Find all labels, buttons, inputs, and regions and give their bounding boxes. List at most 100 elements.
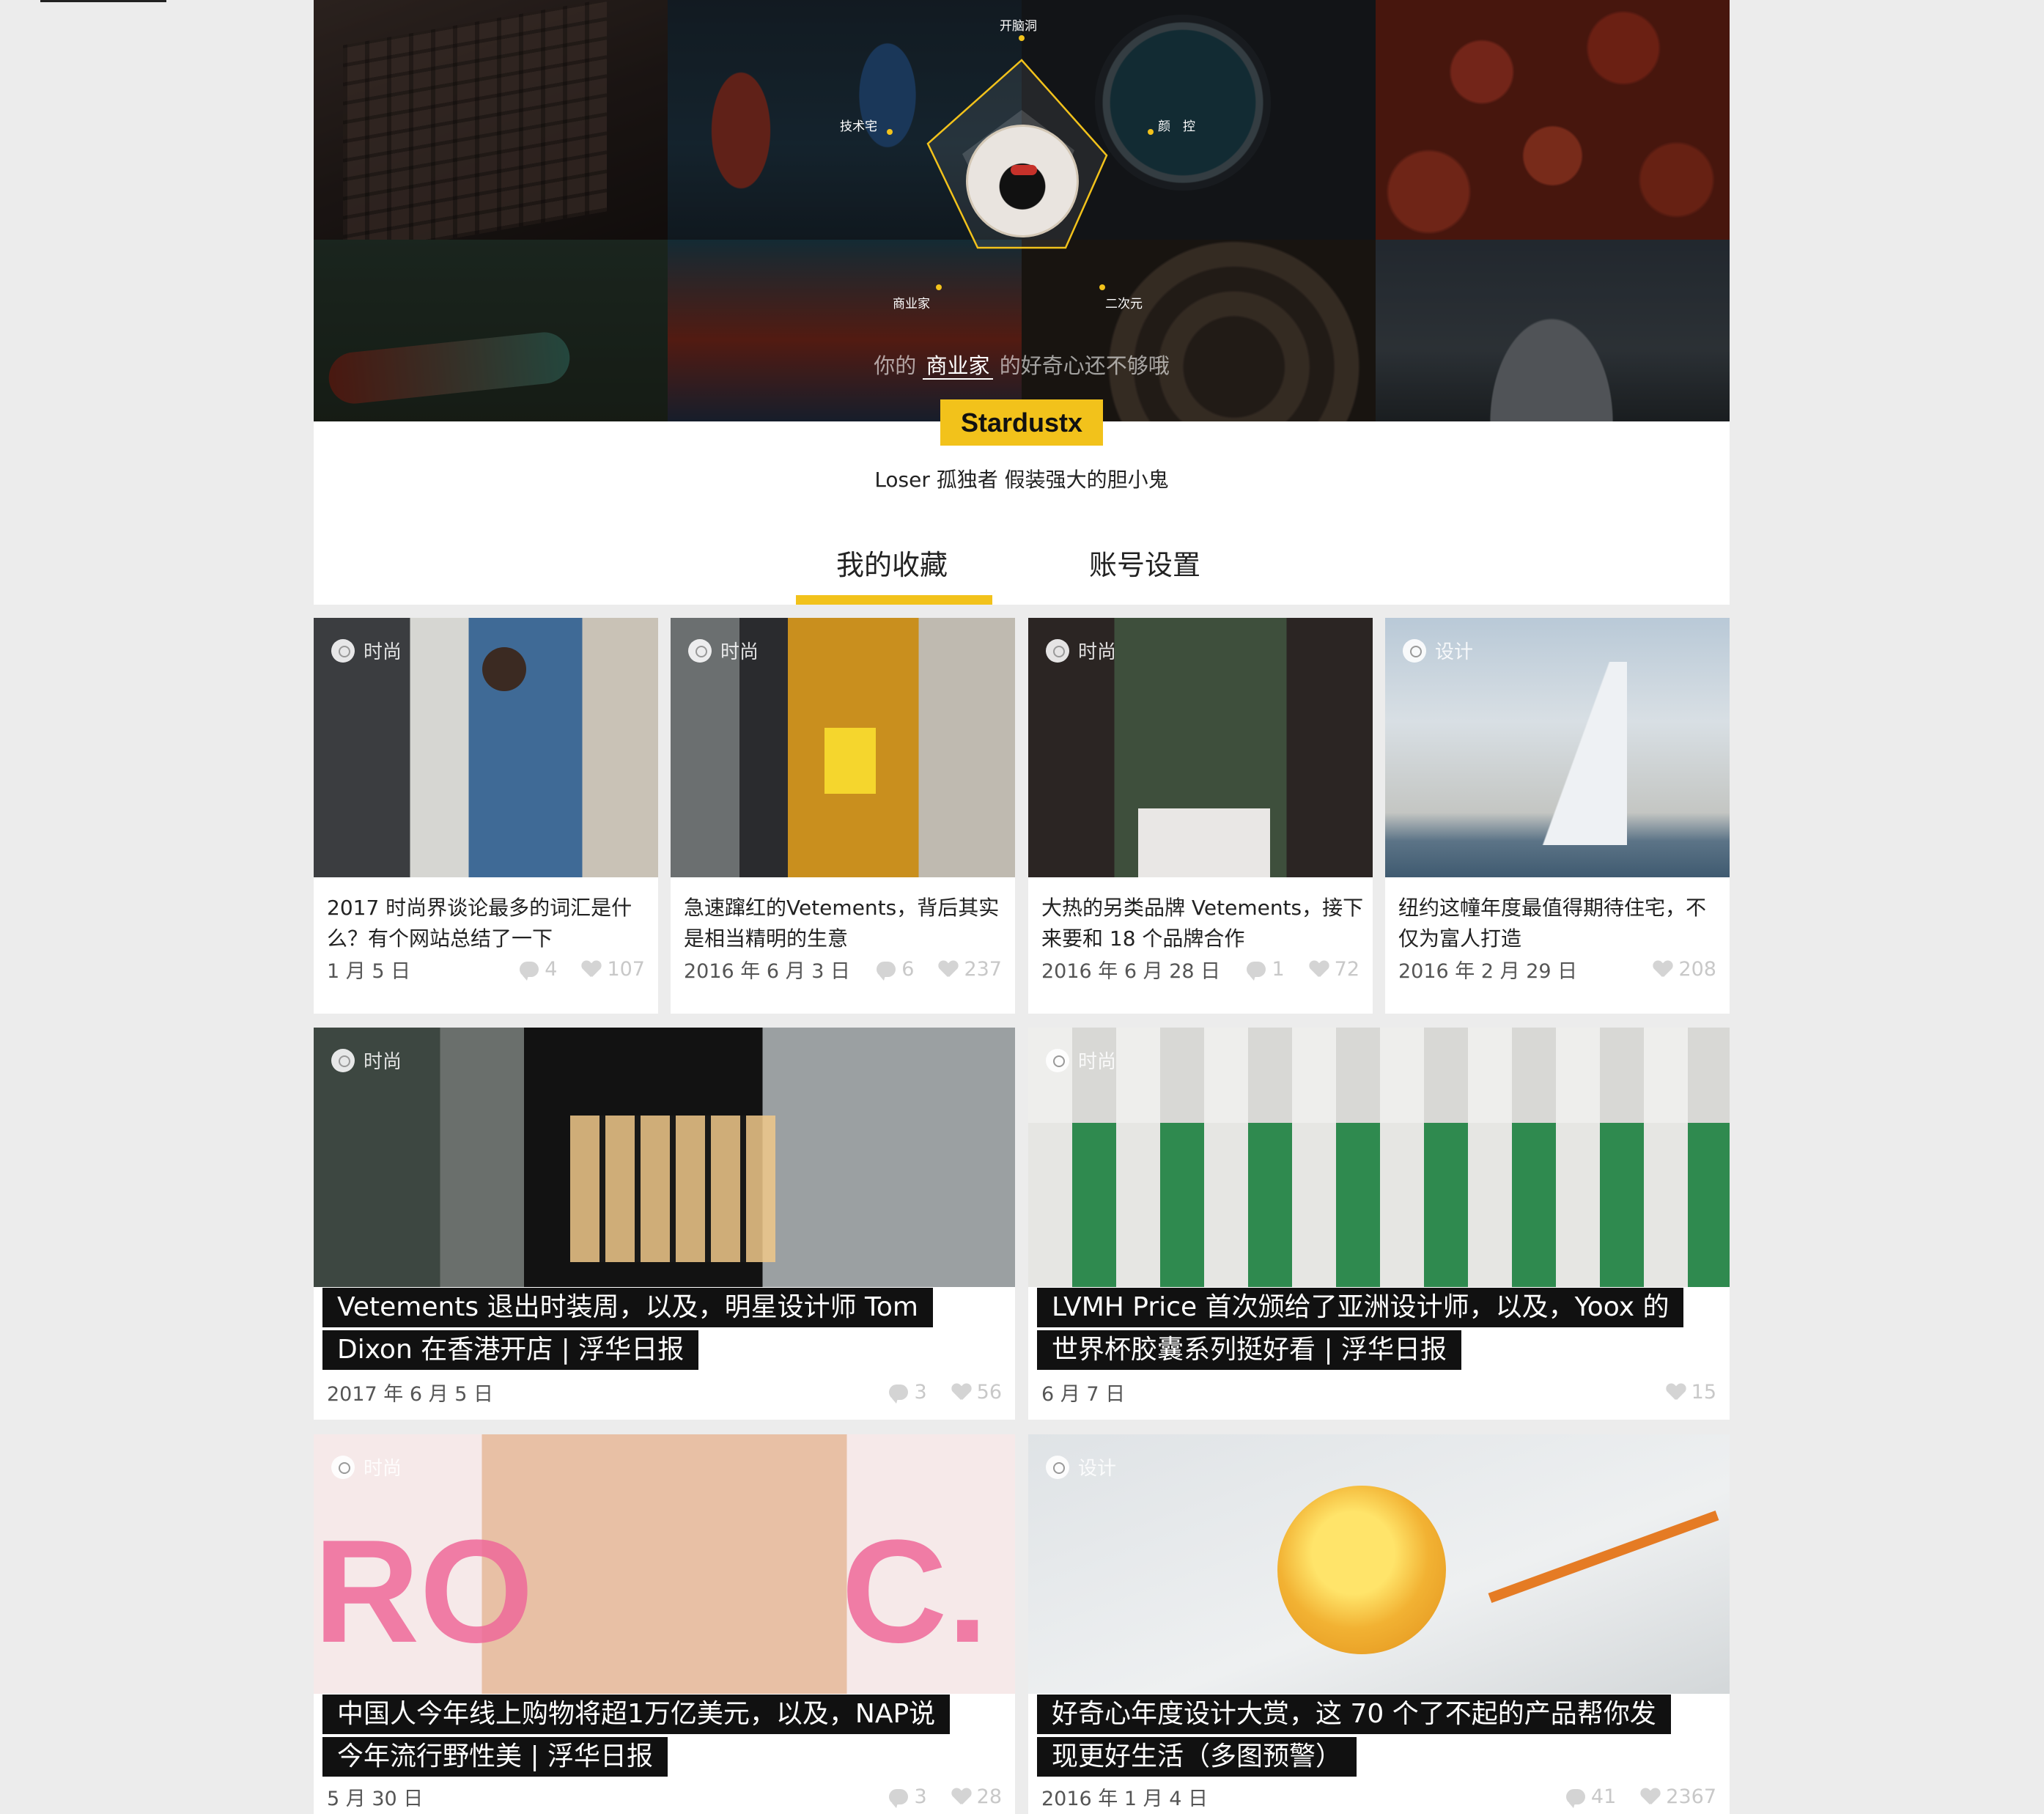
article-card[interactable]: 时尚 2017 时尚界谈论最多的词汇是什么？有个网站总结了一下 1 月 5 日 … xyxy=(314,618,658,1014)
category-icon xyxy=(1046,1048,1069,1072)
hint-emphasis: 商业家 xyxy=(923,353,993,380)
profile-hero-banner: 开脑洞 技术宅 颜 控 商业家 二次元 你的 商业家 的好奇心还不够哦 xyxy=(314,0,1730,421)
article-date: 2016 年 1 月 4 日 xyxy=(1041,1788,1208,1810)
article-meta: 5 月 30 日 3 28 xyxy=(327,1782,1002,1811)
like-count-value: 107 xyxy=(607,958,645,981)
article-thumbnail: 时尚 xyxy=(314,618,658,877)
like-count[interactable]: 237 xyxy=(939,958,1002,981)
like-count[interactable]: 15 xyxy=(1667,1381,1716,1404)
article-card-large[interactable]: 时尚 中国人今年线上购物将超1万亿美元，以及，NAP说 今年流行野性美 | 浮华… xyxy=(314,1434,1015,1814)
article-title: 2017 时尚界谈论最多的词汇是什么？有个网站总结了一下 xyxy=(327,896,632,951)
like-count[interactable]: 56 xyxy=(952,1381,1002,1404)
article-thumbnail: 时尚 xyxy=(314,1434,1015,1694)
category-label: 时尚 xyxy=(364,1051,402,1073)
article-title: 好奇心年度设计大赏，这 70 个了不起的产品帮你发 现更好生活（多图预警） xyxy=(1037,1695,1709,1780)
category-tag: 时尚 xyxy=(1046,637,1116,664)
avatar[interactable] xyxy=(966,125,1079,237)
heart-icon xyxy=(952,1384,971,1401)
page-container: 开脑洞 技术宅 颜 控 商业家 二次元 你的 商业家 的好奇心还不够哦 Star… xyxy=(314,0,1730,1814)
category-label: 时尚 xyxy=(1078,1051,1117,1073)
category-icon xyxy=(1046,638,1069,663)
logo-bar[interactable] xyxy=(40,0,166,2)
article-meta: 1 月 5 日 4 107 xyxy=(327,955,645,984)
article-card[interactable]: 设计 纽约这幢年度最值得期待住宅，不仅为富人打造 2016 年 2 月 29 日… xyxy=(1385,618,1730,1014)
comment-count-value: 3 xyxy=(914,1381,927,1404)
article-meta: 2016 年 2 月 29 日 208 xyxy=(1398,955,1716,984)
article-thumbnail: 时尚 xyxy=(314,1028,1015,1287)
heart-icon xyxy=(952,1788,971,1806)
radar-label-brain: 开脑洞 xyxy=(1000,19,1037,34)
category-icon xyxy=(1403,638,1426,663)
tab-favorites[interactable]: 我的收藏 xyxy=(836,542,948,583)
comment-count: 1 xyxy=(1247,958,1285,981)
like-count[interactable]: 2367 xyxy=(1641,1785,1716,1808)
category-label: 设计 xyxy=(1078,1458,1117,1480)
like-count-value: 2367 xyxy=(1666,1785,1716,1808)
curiosity-hint: 你的 商业家 的好奇心还不够哦 xyxy=(314,349,1730,380)
like-count[interactable]: 208 xyxy=(1653,958,1716,981)
like-count[interactable]: 28 xyxy=(952,1785,1002,1808)
radar-point-brain xyxy=(1019,35,1025,41)
article-card-large[interactable]: 设计 好奇心年度设计大赏，这 70 个了不起的产品帮你发 现更好生活（多图预警）… xyxy=(1028,1434,1730,1814)
title-line: Dixon 在香港开店 | 浮华日报 xyxy=(322,1330,699,1370)
like-count-value: 237 xyxy=(964,958,1002,981)
article-card[interactable]: 时尚 大热的另类品牌 Vetements，接下来要和 18 个品牌合作 2016… xyxy=(1028,618,1373,1014)
category-tag: 时尚 xyxy=(331,637,402,664)
comment-count-value: 1 xyxy=(1272,958,1285,981)
article-thumbnail: 时尚 xyxy=(1028,1028,1730,1287)
category-label: 时尚 xyxy=(720,641,759,663)
article-card-large[interactable]: 时尚 LVMH Price 首次颁给了亚洲设计师，以及，Yoox 的 世界杯胶囊… xyxy=(1028,1028,1730,1420)
title-line: 中国人今年线上购物将超1万亿美元，以及，NAP说 xyxy=(322,1695,951,1734)
radar-label-tech: 技术宅 xyxy=(840,119,877,134)
category-label: 时尚 xyxy=(364,641,402,663)
article-title: LVMH Price 首次颁给了亚洲设计师，以及，Yoox 的 世界杯胶囊系列挺… xyxy=(1037,1288,1709,1373)
category-icon xyxy=(331,1455,355,1479)
like-count[interactable]: 107 xyxy=(582,958,645,981)
comment-icon xyxy=(889,1385,909,1404)
comment-icon xyxy=(1565,1789,1585,1808)
like-count-value: 15 xyxy=(1691,1381,1716,1404)
radar-point-tech xyxy=(887,129,893,135)
comment-count-value: 3 xyxy=(914,1785,927,1808)
radar-label-looks: 颜 控 xyxy=(1158,119,1195,134)
comment-count: 4 xyxy=(520,958,557,981)
radar-label-acg: 二次元 xyxy=(1105,297,1143,311)
comment-count-value: 41 xyxy=(1590,1785,1617,1808)
heart-icon xyxy=(1667,1384,1686,1401)
article-title: 中国人今年线上购物将超1万亿美元，以及，NAP说 今年流行野性美 | 浮华日报 xyxy=(322,1695,995,1780)
article-meta: 2016 年 6 月 3 日 6 237 xyxy=(684,955,1002,984)
category-tag: 时尚 xyxy=(688,637,759,664)
comment-count-value: 6 xyxy=(901,958,915,981)
article-thumbnail: 时尚 xyxy=(1028,618,1373,877)
article-card[interactable]: 时尚 急速蹿红的Vetements，背后其实是相当精明的生意 2016 年 6 … xyxy=(671,618,1015,1014)
active-tab-indicator xyxy=(796,595,992,605)
comment-count: 3 xyxy=(889,1381,927,1404)
username-badge: Stardustx xyxy=(940,399,1103,446)
user-bio: Loser 孤独者 假装强大的胆小鬼 xyxy=(874,468,1169,492)
comment-count: 41 xyxy=(1565,1785,1617,1808)
radar-point-acg xyxy=(1099,284,1105,290)
category-tag: 时尚 xyxy=(331,1453,402,1481)
comment-count: 6 xyxy=(877,958,914,981)
hint-prefix: 你的 xyxy=(874,353,917,378)
title-line: 现更好生活（多图预警） xyxy=(1037,1737,1357,1777)
like-count-value: 72 xyxy=(1334,958,1359,981)
article-meta: 2017 年 6 月 5 日 3 56 xyxy=(327,1378,1002,1406)
article-date: 2016 年 6 月 3 日 xyxy=(684,960,850,983)
hint-suffix: 的好奇心还不够哦 xyxy=(999,353,1170,378)
article-thumbnail: 设计 xyxy=(1028,1434,1730,1694)
article-card-large[interactable]: 时尚 Vetements 退出时装周，以及，明星设计师 Tom Dixon 在香… xyxy=(314,1028,1015,1420)
article-title: 大热的另类品牌 Vetements，接下来要和 18 个品牌合作 xyxy=(1041,896,1364,951)
article-meta: 6 月 7 日 15 xyxy=(1041,1378,1716,1406)
like-count-value: 208 xyxy=(1678,958,1716,981)
comment-icon xyxy=(877,962,896,981)
title-line: 世界杯胶囊系列挺好看 | 浮华日报 xyxy=(1037,1330,1462,1370)
comment-count: 3 xyxy=(889,1785,927,1808)
title-line: LVMH Price 首次颁给了亚洲设计师，以及，Yoox 的 xyxy=(1037,1288,1684,1327)
article-meta: 2016 年 1 月 4 日 41 2367 xyxy=(1041,1782,1716,1811)
like-count[interactable]: 72 xyxy=(1310,958,1359,981)
article-date: 1 月 5 日 xyxy=(327,960,411,983)
tab-account-settings[interactable]: 账号设置 xyxy=(1089,542,1200,583)
category-tag: 设计 xyxy=(1046,1453,1116,1481)
comment-count-value: 4 xyxy=(545,958,558,981)
